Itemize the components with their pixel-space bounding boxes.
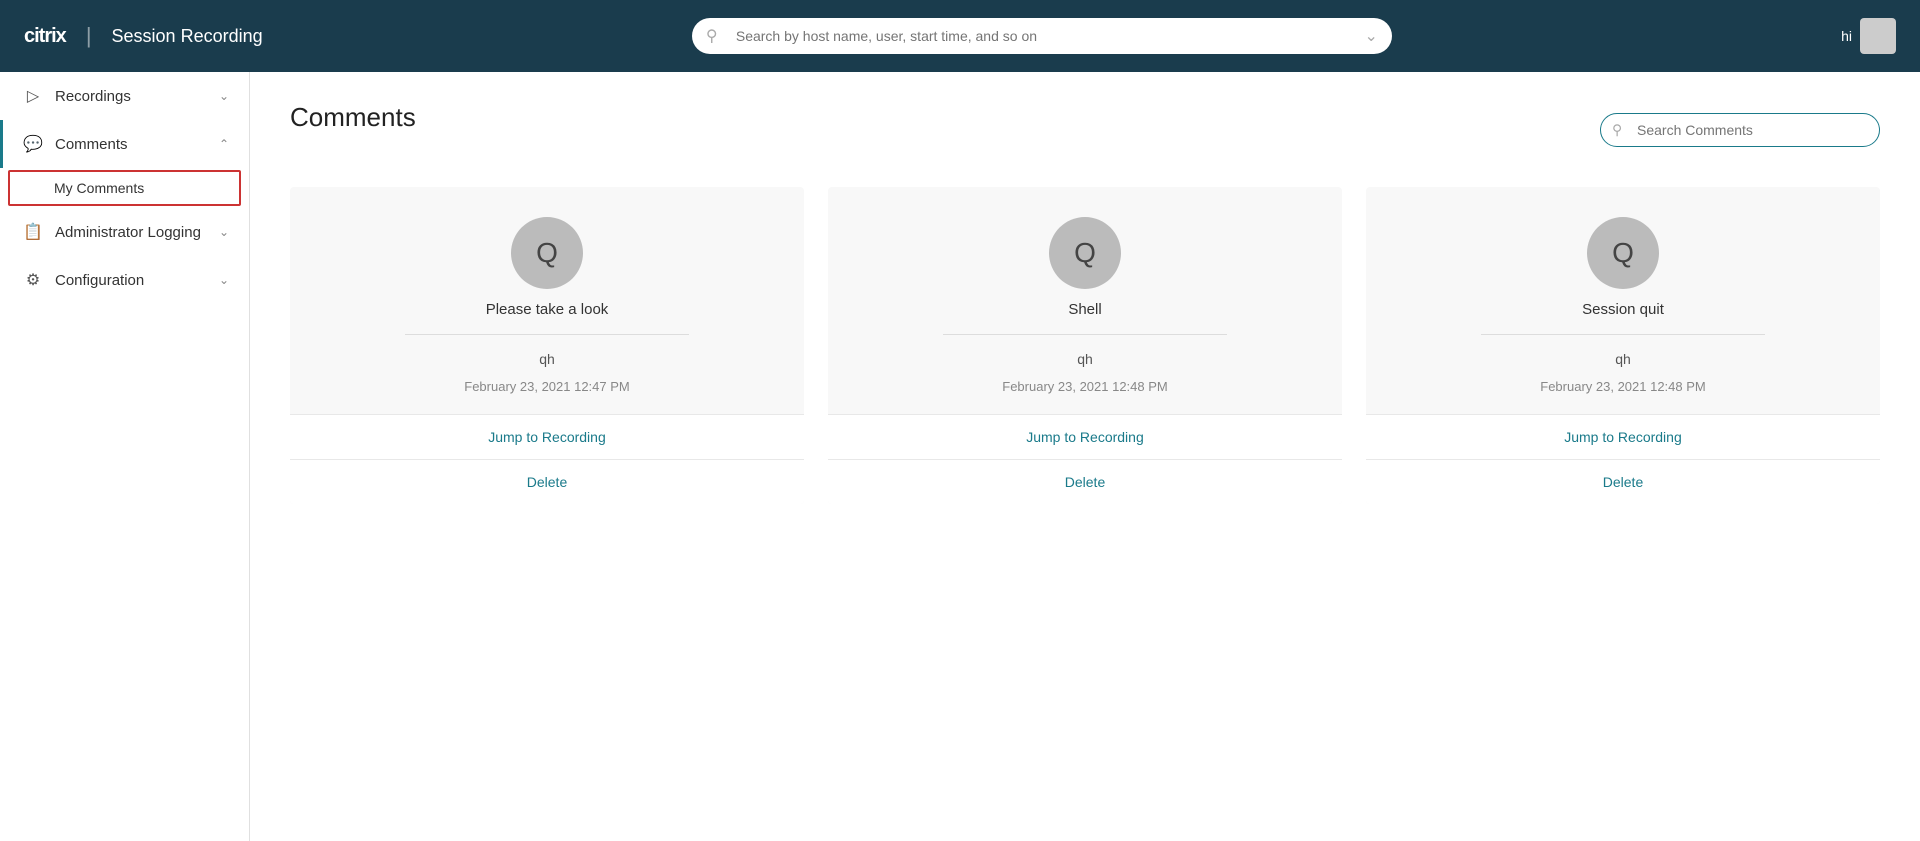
avatar-letter-3: Q xyxy=(1612,237,1634,269)
comment-card-2: Q Shell qh February 23, 2021 12:48 PM Ju… xyxy=(828,187,1342,504)
jump-to-recording-btn-3[interactable]: Jump to Recording xyxy=(1366,414,1880,459)
brand-logo: citrix | Session Recording xyxy=(24,23,263,49)
user-greeting-text: hi xyxy=(1841,28,1852,44)
configuration-icon: ⚙ xyxy=(23,270,43,290)
global-search-icon: ⚲ xyxy=(706,26,718,46)
card-divider-3 xyxy=(1481,334,1765,335)
search-chevron-icon[interactable]: ⌄ xyxy=(1364,26,1377,46)
card-body-3: Q Session quit qh February 23, 2021 12:4… xyxy=(1366,187,1880,414)
comments-search-input[interactable] xyxy=(1600,113,1880,147)
comment-user-3: qh xyxy=(1615,351,1631,367)
user-area: hi xyxy=(1841,18,1896,54)
comments-search-wrap: ⚲ xyxy=(1600,113,1880,147)
comment-text-1: Please take a look xyxy=(486,301,609,318)
comment-date-2: February 23, 2021 12:48 PM xyxy=(1002,379,1168,394)
my-comments-label: My Comments xyxy=(54,180,144,196)
admin-logging-icon: 📋 xyxy=(23,222,43,242)
avatar-1: Q xyxy=(511,217,583,289)
sidebar-item-admin-logging[interactable]: 📋 Administrator Logging ⌄ xyxy=(0,208,249,256)
card-body-2: Q Shell qh February 23, 2021 12:48 PM xyxy=(828,187,1342,414)
avatar-letter-1: Q xyxy=(536,237,558,269)
sidebar-item-recordings[interactable]: ▷ Recordings ⌄ xyxy=(0,72,249,120)
sidebar-item-comments[interactable]: 💬 Comments ⌃ xyxy=(0,120,249,168)
sidebar-sub-item-my-comments[interactable]: My Comments xyxy=(8,170,241,206)
card-divider-2 xyxy=(943,334,1227,335)
comment-date-3: February 23, 2021 12:48 PM xyxy=(1540,379,1706,394)
delete-btn-1[interactable]: Delete xyxy=(290,459,804,504)
sidebar-config-label: Configuration xyxy=(55,272,144,289)
citrix-wordmark: citrix xyxy=(24,25,66,48)
global-search-input[interactable] xyxy=(692,18,1392,54)
comment-card-1: Q Please take a look qh February 23, 202… xyxy=(290,187,804,504)
avatar-3: Q xyxy=(1587,217,1659,289)
page-header: Comments ⚲ xyxy=(290,102,1880,157)
comments-icon: 💬 xyxy=(23,134,43,154)
sidebar-comments-label: Comments xyxy=(55,136,128,153)
global-search: ⚲ ⌄ xyxy=(692,18,1392,54)
comment-text-2: Shell xyxy=(1068,301,1101,318)
admin-chevron-icon: ⌄ xyxy=(219,225,229,239)
comment-card-3: Q Session quit qh February 23, 2021 12:4… xyxy=(1366,187,1880,504)
card-body-1: Q Please take a look qh February 23, 202… xyxy=(290,187,804,414)
header-divider: | xyxy=(86,23,92,49)
comments-grid: Q Please take a look qh February 23, 202… xyxy=(290,187,1880,504)
delete-btn-2[interactable]: Delete xyxy=(828,459,1342,504)
comment-user-1: qh xyxy=(539,351,555,367)
sidebar-recordings-label: Recordings xyxy=(55,88,131,105)
comment-text-3: Session quit xyxy=(1582,301,1664,318)
recordings-chevron-icon: ⌄ xyxy=(219,89,229,103)
delete-btn-3[interactable]: Delete xyxy=(1366,459,1880,504)
avatar-2: Q xyxy=(1049,217,1121,289)
app-header: citrix | Session Recording ⚲ ⌄ hi xyxy=(0,0,1920,72)
main-content: Comments ⚲ Q Please take a look qh Febru… xyxy=(250,72,1920,841)
user-avatar xyxy=(1860,18,1896,54)
jump-to-recording-btn-1[interactable]: Jump to Recording xyxy=(290,414,804,459)
jump-to-recording-btn-2[interactable]: Jump to Recording xyxy=(828,414,1342,459)
comments-search-icon: ⚲ xyxy=(1612,121,1622,138)
app-title: Session Recording xyxy=(112,26,263,47)
sidebar: ▷ Recordings ⌄ 💬 Comments ⌃ My Comments … xyxy=(0,72,250,841)
avatar-letter-2: Q xyxy=(1074,237,1096,269)
sidebar-admin-label: Administrator Logging xyxy=(55,224,201,241)
recordings-icon: ▷ xyxy=(23,86,43,106)
comments-chevron-icon: ⌃ xyxy=(219,137,229,151)
comment-user-2: qh xyxy=(1077,351,1093,367)
comment-date-1: February 23, 2021 12:47 PM xyxy=(464,379,630,394)
card-divider-1 xyxy=(405,334,689,335)
sidebar-item-configuration[interactable]: ⚙ Configuration ⌄ xyxy=(0,256,249,304)
app-layout: ▷ Recordings ⌄ 💬 Comments ⌃ My Comments … xyxy=(0,0,1920,841)
config-chevron-icon: ⌄ xyxy=(219,273,229,287)
page-title: Comments xyxy=(290,102,416,133)
